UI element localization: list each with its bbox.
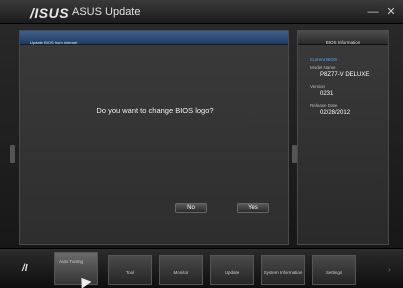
panel-header-label: Update BIOS from Internet bbox=[30, 40, 78, 45]
release-date-label: Release Date bbox=[310, 103, 338, 108]
app-title: ASUS Update bbox=[72, 6, 141, 18]
model-value: P8Z77-V DELUXE bbox=[320, 72, 370, 78]
version-label: Version bbox=[310, 84, 326, 89]
info-header: BIOS Information bbox=[298, 31, 388, 45]
close-button[interactable]: ✕ bbox=[383, 4, 399, 20]
confirm-message: Do you want to change BIOS logo? bbox=[96, 106, 214, 115]
left-scroll-handle[interactable] bbox=[10, 145, 15, 163]
tab-update[interactable]: Update bbox=[210, 255, 254, 285]
release-date-value: 02/28/2012 bbox=[320, 110, 351, 116]
version-value: 0231 bbox=[320, 91, 334, 97]
title-bar: /ISUS ASUS Update — ✕ bbox=[0, 0, 403, 24]
ai-suite-logo-icon: /I bbox=[22, 263, 28, 274]
info-header-label: BIOS Information bbox=[325, 40, 361, 45]
current-bios-section: Current BIOS bbox=[310, 57, 338, 62]
tab-system-information[interactable]: System Information bbox=[261, 255, 305, 285]
info-body: Current BIOS Model Name P8Z77-V DELUXE V… bbox=[298, 45, 388, 116]
no-button[interactable]: No bbox=[175, 203, 207, 213]
tab-tool[interactable]: Tool bbox=[108, 255, 152, 285]
tab-settings[interactable]: Settings bbox=[312, 255, 356, 285]
yes-button[interactable]: Yes bbox=[237, 203, 269, 213]
bottom-tab-bar: /I Auto Tuning Tool Monitor Update Syste… bbox=[0, 248, 403, 288]
panel-header: Update BIOS from Internet bbox=[20, 31, 288, 45]
asus-logo: /ISUS bbox=[30, 5, 70, 21]
tab-scroll-arrow-icon[interactable]: › bbox=[388, 265, 391, 274]
tab-monitor[interactable]: Monitor bbox=[159, 255, 203, 285]
asus-update-window: /ISUS ASUS Update — ✕ Update BIOS from I… bbox=[0, 0, 403, 288]
model-label: Model Name bbox=[310, 65, 336, 70]
bios-info-panel: BIOS Information Current BIOS Model Name… bbox=[297, 30, 389, 245]
minimize-button[interactable]: — bbox=[365, 4, 381, 20]
